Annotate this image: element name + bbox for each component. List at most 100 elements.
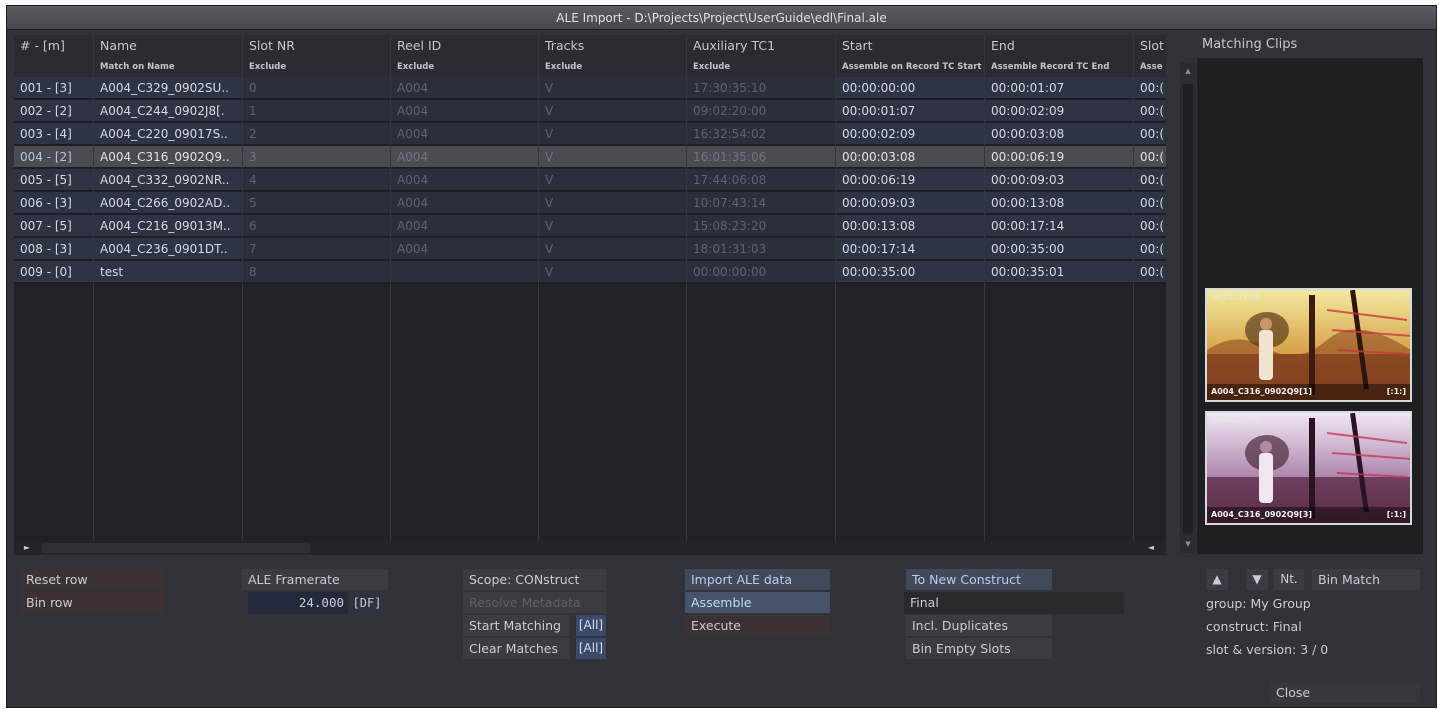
row-reel-id-cell[interactable]: A004	[391, 238, 539, 259]
scroll-left-icon[interactable]: ◄	[1144, 541, 1158, 555]
reset-row-button[interactable]: Reset row	[20, 569, 165, 590]
row-tracks-cell[interactable]: V	[539, 215, 687, 236]
row-start-cell[interactable]: 00:00:01:07	[836, 100, 985, 121]
row-slot-cell[interactable]: 00:(	[1134, 261, 1166, 282]
row-slot-nr-cell[interactable]: 1	[243, 100, 391, 121]
subheader-slot-nr-mode[interactable]: Exclude	[243, 57, 391, 77]
subheader-reel-id-mode[interactable]: Exclude	[391, 57, 539, 77]
matching-vertical-scrollbar[interactable]: ▲ ▼	[1180, 62, 1196, 553]
row-name-cell[interactable]: A004_C216_09013M..	[94, 215, 243, 236]
matching-clip-thumbnail[interactable]: 16:01:35:06 ▫ A004_C316_0902Q9[3] [:1:]	[1205, 411, 1412, 525]
row-tracks-cell[interactable]: V	[539, 100, 687, 121]
row-aux-tc1-cell[interactable]: 10:07:43:14	[687, 192, 836, 213]
clear-matches-button[interactable]: Clear Matches	[463, 638, 570, 659]
row-reel-id-cell[interactable]: A004	[391, 215, 539, 236]
row-tracks-cell[interactable]: V	[539, 123, 687, 144]
row-name-cell[interactable]: A004_C236_0901DT..	[94, 238, 243, 259]
horizontal-scroll-thumb[interactable]	[42, 543, 310, 553]
row-slot-cell[interactable]: 00:(	[1134, 215, 1166, 236]
vertical-scroll-track[interactable]	[1183, 84, 1193, 534]
subheader-tracks-mode[interactable]: Exclude	[539, 57, 687, 77]
row-slot-cell[interactable]: 00:(	[1134, 192, 1166, 213]
row-start-cell[interactable]: 00:00:09:03	[836, 192, 985, 213]
table-row[interactable]: 007 - [5] A004_C216_09013M.. 6 A004 V 15:08:2…	[14, 215, 1166, 237]
column-header-aux-tc1[interactable]: Auxiliary TC1	[687, 35, 836, 57]
column-divider[interactable]	[686, 35, 687, 541]
row-aux-tc1-cell[interactable]: 18:01:31:03	[687, 238, 836, 259]
column-header-end[interactable]: End	[985, 35, 1134, 57]
column-header-start[interactable]: Start	[836, 35, 985, 57]
row-index-cell[interactable]: 002 - [2]	[14, 100, 94, 121]
matching-clip-thumbnail[interactable]: 16:01:35:06 ▫ A004_C316_0902Q9[1] [:1:]	[1205, 288, 1412, 402]
row-tracks-cell[interactable]: V	[539, 77, 687, 98]
row-aux-tc1-cell[interactable]: 17:44:06:08	[687, 169, 836, 190]
table-row[interactable]: 002 - [2] A004_C244_0902J8[. 1 A004 V 09:02:2…	[14, 100, 1166, 122]
row-name-cell[interactable]: test	[94, 261, 243, 282]
table-row[interactable]: 001 - [3] A004_C329_0902SU.. 0 A004 V 17:30:3…	[14, 77, 1166, 99]
start-matching-all-toggle[interactable]: [All]	[576, 615, 606, 636]
start-matching-button[interactable]: Start Matching	[463, 615, 570, 636]
table-row[interactable]: 008 - [3] A004_C236_0901DT.. 7 A004 V 18:01:3…	[14, 238, 1166, 260]
row-slot-nr-cell[interactable]: 7	[243, 238, 391, 259]
row-aux-tc1-cell[interactable]: 00:00:00:00	[687, 261, 836, 282]
subheader-start-mode[interactable]: Assemble on Record TC Start	[836, 57, 985, 77]
close-button[interactable]: Close	[1270, 682, 1420, 703]
scroll-up-icon[interactable]: ▲	[1180, 64, 1196, 78]
row-reel-id-cell[interactable]: A004	[391, 100, 539, 121]
row-index-cell[interactable]: 007 - [5]	[14, 215, 94, 236]
scroll-right-icon[interactable]: ►	[20, 541, 34, 555]
column-divider[interactable]	[984, 35, 985, 541]
column-header-tracks[interactable]: Tracks	[539, 35, 687, 57]
move-down-icon[interactable]: ▼	[1246, 569, 1268, 590]
column-header-reel-id[interactable]: Reel ID	[391, 35, 539, 57]
scope-selector[interactable]: Scope: CONstruct	[463, 569, 606, 590]
row-start-cell[interactable]: 00:00:02:09	[836, 123, 985, 144]
subheader-slot-mode[interactable]: Asse	[1134, 57, 1166, 77]
row-end-cell[interactable]: 00:00:02:09	[985, 100, 1134, 121]
column-header-index[interactable]: # - [m]	[14, 35, 94, 57]
row-slot-cell[interactable]: 00:(	[1134, 146, 1166, 167]
row-aux-tc1-cell[interactable]: 16:01:35:06	[687, 146, 836, 167]
row-aux-tc1-cell[interactable]: 17:30:35:10	[687, 77, 836, 98]
row-start-cell[interactable]: 00:00:17:14	[836, 238, 985, 259]
assemble-button[interactable]: Assemble	[685, 592, 830, 613]
subheader-end-mode[interactable]: Assemble Record TC End	[985, 57, 1134, 77]
drop-frame-toggle[interactable]: [DF]	[350, 592, 384, 614]
column-divider[interactable]	[835, 35, 836, 541]
row-reel-id-cell[interactable]: A004	[391, 77, 539, 98]
row-slot-cell[interactable]: 00:(	[1134, 238, 1166, 259]
row-end-cell[interactable]: 00:00:17:14	[985, 215, 1134, 236]
row-aux-tc1-cell[interactable]: 09:02:20:00	[687, 100, 836, 121]
row-tracks-cell[interactable]: V	[539, 192, 687, 213]
row-end-cell[interactable]: 00:00:13:08	[985, 192, 1134, 213]
row-slot-nr-cell[interactable]: 4	[243, 169, 391, 190]
scroll-down-icon[interactable]: ▼	[1180, 537, 1196, 551]
row-index-cell[interactable]: 009 - [0]	[14, 261, 94, 282]
subheader-name-mode[interactable]: Match on Name	[94, 57, 243, 77]
table-row[interactable]: 004 - [2] A004_C316_0902Q9.. 3 A004 V 16:01:3…	[14, 146, 1166, 168]
row-name-cell[interactable]: A004_C244_0902J8[.	[94, 100, 243, 121]
row-start-cell[interactable]: 00:00:03:08	[836, 146, 985, 167]
row-name-cell[interactable]: A004_C329_0902SU..	[94, 77, 243, 98]
subheader-aux-tc1-mode[interactable]: Exclude	[687, 57, 836, 77]
incl-duplicates-toggle[interactable]: Incl. Duplicates	[906, 615, 1052, 636]
row-name-cell[interactable]: A004_C316_0902Q9..	[94, 146, 243, 167]
row-end-cell[interactable]: 00:00:06:19	[985, 146, 1134, 167]
row-end-cell[interactable]: 00:00:01:07	[985, 77, 1134, 98]
clear-matches-all-toggle[interactable]: [All]	[576, 638, 606, 659]
table-row[interactable]: 006 - [3] A004_C266_0902AD.. 5 A004 V 10:07:4…	[14, 192, 1166, 214]
table-row[interactable]: 003 - [4] A004_C220_09017S.. 2 A004 V 16:32:5…	[14, 123, 1166, 145]
table-row[interactable]: 009 - [0] test 8 V 00:00:00:00 00:00:35:00 00:…	[14, 261, 1166, 283]
resolve-metadata-button[interactable]: Resolve Metadata	[463, 592, 606, 613]
row-start-cell[interactable]: 00:00:35:00	[836, 261, 985, 282]
column-header-name[interactable]: Name	[94, 35, 243, 57]
bin-match-button[interactable]: Bin Match	[1312, 569, 1420, 590]
column-divider[interactable]	[93, 35, 94, 541]
row-slot-nr-cell[interactable]: 3	[243, 146, 391, 167]
row-end-cell[interactable]: 00:00:03:08	[985, 123, 1134, 144]
row-name-cell[interactable]: A004_C332_0902NR..	[94, 169, 243, 190]
row-slot-nr-cell[interactable]: 0	[243, 77, 391, 98]
table-row[interactable]: 005 - [5] A004_C332_0902NR.. 4 A004 V 17:44:0…	[14, 169, 1166, 191]
row-end-cell[interactable]: 00:00:09:03	[985, 169, 1134, 190]
row-tracks-cell[interactable]: V	[539, 261, 687, 282]
